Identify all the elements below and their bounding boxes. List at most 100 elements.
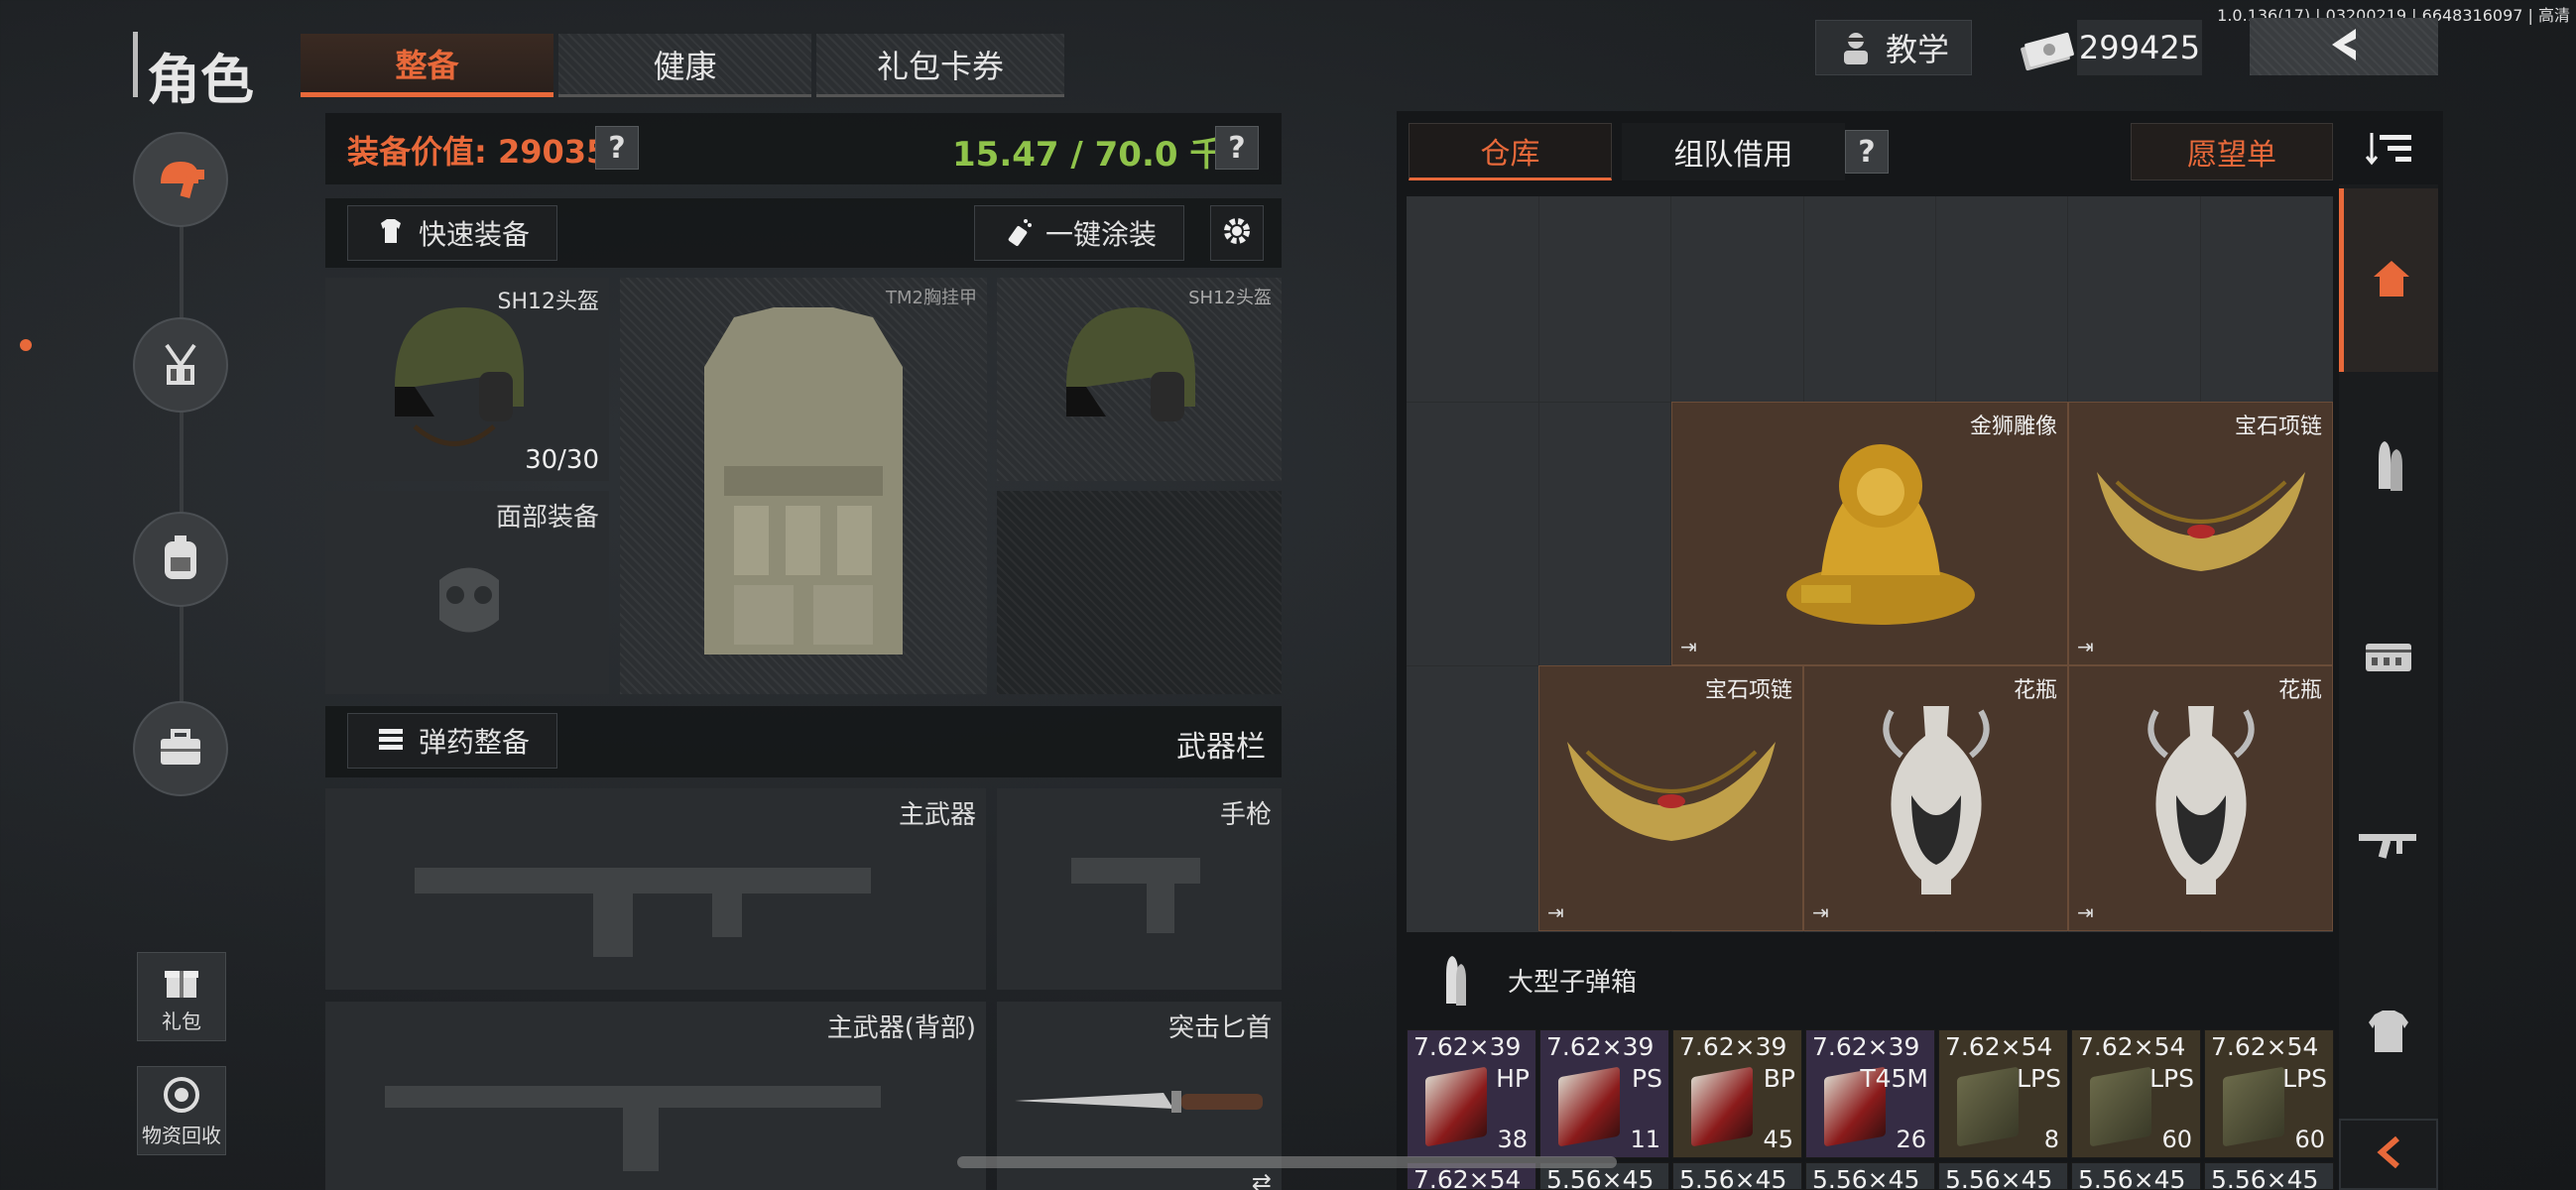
page-title: 角色: [147, 49, 254, 111]
right-nav-weapons[interactable]: [2339, 754, 2438, 937]
ammo-item[interactable]: 7.62×54 LPS 60: [2204, 1029, 2334, 1158]
primary-back-weapon-slot[interactable]: 主武器(背部): [325, 1002, 986, 1190]
helmet-slot[interactable]: SH12头盔 30/30: [325, 278, 609, 481]
ammo-caliber: 5.56×45: [2078, 1165, 2186, 1190]
currency-amount-box: 299425: [2077, 20, 2202, 75]
ammo-item[interactable]: 7.62×39 BP 45: [1672, 1029, 1802, 1158]
chest-rig-slot[interactable]: TM2胸挂甲: [620, 278, 987, 694]
ammo-item[interactable]: 5.56×45: [1938, 1162, 2068, 1190]
storage-help-label: ?: [1858, 134, 1876, 170]
sidebar-indicator-dot: [20, 339, 32, 351]
tutorial-button[interactable]: 教学: [1815, 20, 1972, 75]
face-slot[interactable]: 面部装备: [325, 491, 609, 694]
ammo-box-icon: [1425, 1066, 1487, 1147]
ammo-item[interactable]: 7.62×54 LPS 60: [2071, 1029, 2201, 1158]
armor-icon: [2367, 1009, 2410, 1060]
home-icon: [2370, 257, 2413, 304]
bullets-icon: [375, 723, 407, 759]
back-button[interactable]: [2250, 18, 2438, 75]
ammo-item[interactable]: 5.56×45: [2204, 1162, 2334, 1190]
recycle-icon: [161, 1074, 202, 1120]
settings-button[interactable]: [1210, 205, 1264, 261]
ammo-box-icon: [1558, 1066, 1620, 1147]
pistol-label: 手枪: [1219, 800, 1272, 830]
ammo-count: 60: [2294, 1126, 2325, 1153]
tab-warehouse-label: 仓库: [1480, 137, 1540, 172]
tab-prepare[interactable]: 整备: [301, 34, 553, 97]
ammo-caliber: 7.62×39: [1812, 1032, 1920, 1061]
storage-help-button[interactable]: ?: [1845, 130, 1889, 174]
ammo-item[interactable]: 5.56×45: [1672, 1162, 1802, 1190]
recycle-button[interactable]: 物资回收: [137, 1066, 226, 1155]
swap-icon[interactable]: ⇄: [1252, 1168, 1272, 1190]
right-nav-container[interactable]: [2339, 565, 2438, 749]
right-nav-home[interactable]: [2339, 188, 2438, 372]
loot-gem-necklace-1[interactable]: 宝石项链 ⇥: [2068, 402, 2333, 665]
ammo-item[interactable]: 5.56×45: [2071, 1162, 2201, 1190]
weight-help-button[interactable]: ?: [1215, 126, 1259, 170]
wishlist-button[interactable]: 愿望单: [2131, 123, 2333, 180]
sidebar-item-case[interactable]: [133, 701, 228, 796]
ammo-item[interactable]: 7.62×39 T45M 26: [1805, 1029, 1935, 1158]
sidebar-item-backpack[interactable]: [133, 512, 228, 607]
ammo-box-icon: [2223, 1066, 2284, 1147]
primary-weapon-slot[interactable]: 主武器: [325, 788, 986, 990]
helmet-icon: [375, 288, 544, 470]
ammo-caliber: 5.56×45: [2211, 1165, 2319, 1190]
loot-gem-necklace-2-name: 宝石项链: [1704, 678, 1792, 703]
tab-team-borrow[interactable]: 组队借用: [1622, 123, 1845, 180]
ammo-type: T45M: [1860, 1064, 1928, 1093]
quick-equip-button[interactable]: 快速装备: [347, 205, 557, 261]
helmet2-icon: [1046, 288, 1215, 470]
pistol-slot[interactable]: 手枪: [997, 788, 1282, 990]
tab-warehouse[interactable]: 仓库: [1409, 123, 1612, 180]
tab-health[interactable]: 健康: [558, 34, 811, 97]
ammo-count: 11: [1630, 1126, 1660, 1153]
gift-label: 礼包: [162, 1009, 201, 1033]
tab-gift-cards[interactable]: 礼包卡券: [816, 34, 1064, 97]
tutorial-label: 教学: [1885, 31, 1949, 68]
lion-statue-icon: [1762, 426, 1990, 649]
quick-equip-label: 快速装备: [418, 218, 530, 251]
helmet-gun-icon: [151, 148, 210, 211]
right-nav-ammo[interactable]: [2339, 377, 2438, 560]
primary-back-label: 主武器(背部): [826, 1013, 976, 1043]
pistol-silhouette-icon: [1071, 848, 1210, 941]
ammo-item[interactable]: 5.56×45: [1805, 1162, 1935, 1190]
equip-value-help-button[interactable]: ?: [595, 126, 639, 170]
ammo-type: LPS: [2149, 1064, 2194, 1093]
helmet2-slot[interactable]: SH12头盔: [997, 278, 1282, 481]
weight-help-label: ?: [1228, 130, 1246, 166]
ammo-item[interactable]: 7.62×54 LPS 8: [1938, 1029, 2068, 1158]
shirt-icon: [375, 215, 407, 251]
sort-icon[interactable]: [2365, 129, 2415, 173]
sidebar-item-backpack-rig[interactable]: [133, 317, 228, 413]
ammo-caliber: 7.62×54: [2078, 1032, 2186, 1061]
wishlist-label: 愿望单: [2187, 138, 2276, 173]
cash-icon: [2019, 28, 2074, 75]
empty-gear-slot[interactable]: [997, 491, 1282, 694]
vest-icon: [675, 298, 932, 678]
loot-gold-lion[interactable]: 金狮雕像 ⇥: [1671, 402, 2068, 665]
ammo-caliber: 5.56×45: [1546, 1165, 1655, 1190]
loot-vase-1[interactable]: 花瓶 ⇥: [1803, 665, 2068, 931]
loot-vase-2[interactable]: 花瓶 ⇥: [2068, 665, 2333, 931]
sidebar-item-gear[interactable]: [133, 132, 228, 227]
ammo-section-title: 大型子弹箱: [1508, 968, 1638, 998]
ammo-item[interactable]: 7.62×39 PS 11: [1539, 1029, 1669, 1158]
ammo-box-icon: [2090, 1066, 2151, 1147]
loot-vase-2-name: 花瓶: [2277, 678, 2322, 703]
right-nav-armor[interactable]: [2339, 942, 2438, 1126]
loot-gem-necklace-2[interactable]: 宝石项链 ⇥: [1538, 665, 1803, 931]
ammo-item[interactable]: 7.62×39 HP 38: [1407, 1029, 1536, 1158]
vase-icon: [1872, 696, 2001, 918]
ammo-count: 38: [1497, 1126, 1528, 1153]
collapse-button[interactable]: [2339, 1119, 2438, 1190]
one-click-paint-button[interactable]: 一键涂装: [974, 205, 1184, 261]
gift-button[interactable]: 礼包: [137, 952, 226, 1041]
rifle-back-silhouette-icon: [385, 1056, 901, 1189]
loot-gem-necklace-1-name: 宝石项链: [2234, 415, 2322, 439]
ammo-equip-button[interactable]: 弹药整备: [347, 713, 557, 769]
ammo-type: HP: [1496, 1064, 1530, 1093]
necklace-icon: [2087, 452, 2315, 605]
